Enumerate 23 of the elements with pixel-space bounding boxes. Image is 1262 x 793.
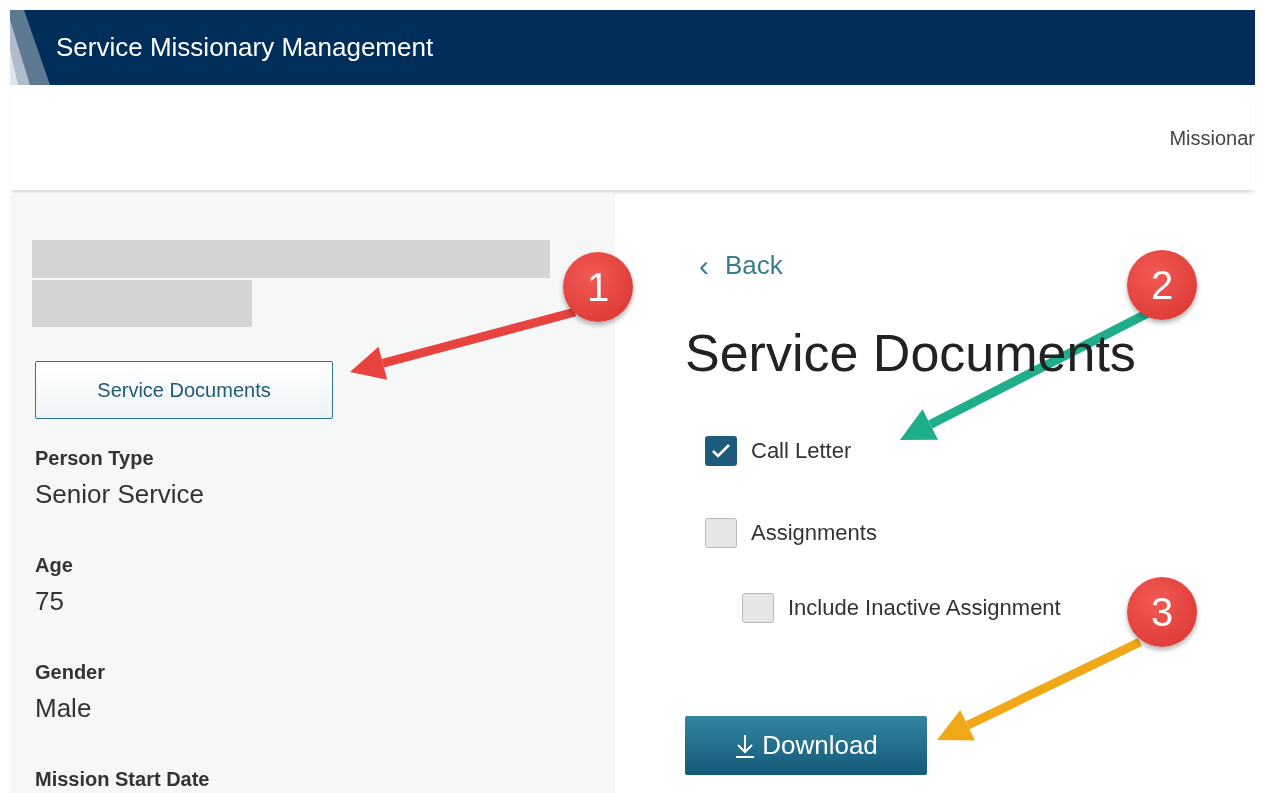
checkbox-label: Call Letter — [751, 437, 852, 465]
field-value: 75 — [35, 585, 65, 618]
download-button[interactable]: Download — [685, 716, 927, 775]
field-label: Mission Start Date — [35, 767, 211, 792]
field-label: Age — [35, 553, 74, 578]
field-label: Person Type — [35, 446, 155, 471]
checkbox[interactable] — [742, 592, 774, 623]
field-value: Senior Service — [35, 478, 206, 511]
checkbox[interactable] — [705, 517, 737, 548]
back-icon: ‹ — [699, 243, 709, 288]
field-label: Gender — [35, 660, 107, 685]
check-icon — [711, 442, 731, 459]
checkbox-label: Assignments — [751, 519, 877, 547]
step-number-badge: 2 — [1127, 250, 1197, 320]
nav-link[interactable]: Missionar — [1169, 123, 1255, 153]
download-icon — [734, 732, 757, 759]
checkbox-label: Include Inactive Assignment — [788, 594, 1061, 622]
back-link[interactable]: ‹ Back — [699, 243, 783, 288]
app-title: Service Missionary Management — [56, 31, 434, 64]
checkbox[interactable] — [705, 435, 737, 466]
step-number-badge: 3 — [1127, 577, 1197, 647]
field-value: Male — [35, 692, 93, 725]
service-documents-button[interactable]: Service Documents — [35, 361, 333, 419]
